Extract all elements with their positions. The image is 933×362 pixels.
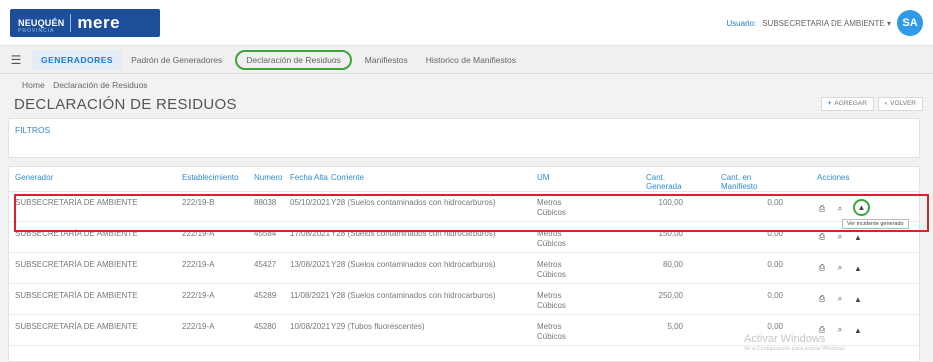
warning-icon[interactable]: ▲ (853, 295, 863, 304)
watermark-subtitle: Ve a Configuración para activar Windows. (744, 346, 847, 352)
cell-corriente: Y29 (Tubos fluorescentes) (331, 322, 425, 331)
logo-neuquen-text: NEUQUÉN (18, 18, 65, 28)
table-row: SUBSECRETARÍA DE AMBIENTE 222/19-A 45289 11… (9, 286, 919, 315)
top-bar: NEUQUÉN PROVINCIA mere Usuario: SUBSECRE… (0, 0, 933, 46)
breadcrumb-home[interactable]: Home (22, 80, 45, 90)
column-header-establecimiento[interactable]: Establecimiento (182, 173, 238, 182)
cell-um: Metros Cúbicos (537, 229, 566, 248)
column-header-numero[interactable]: Numero (254, 173, 282, 182)
search-icon[interactable]: ⌕ (835, 232, 845, 242)
print-icon[interactable]: ⎙ (817, 294, 827, 304)
cell-generador: SUBSECRETARÍA DE AMBIENTE (15, 291, 138, 300)
cell-cant-manifiesto: 0,00 (767, 322, 783, 331)
user-name[interactable]: SUBSECRETARIA DE AMBIENTE ▾ (762, 19, 891, 28)
nav-padron-generadores[interactable]: Padrón de Generadores (122, 50, 231, 70)
logo-divider (70, 14, 72, 32)
column-header-cant-manifiesto[interactable]: Cant. en Manifiesto (721, 173, 771, 191)
cell-cant-manifiesto: 0,00 (767, 291, 783, 300)
filters-toggle[interactable]: FILTROS (15, 125, 50, 135)
cell-establecimiento: 222/19-A (182, 322, 215, 331)
cell-numero: 45280 (254, 322, 277, 331)
page-title: DECLARACIÓN DE RESIDUOS (14, 96, 237, 113)
cell-corriente: Y28 (Suelos contaminados con hidrocarbur… (331, 291, 496, 300)
avatar[interactable]: SA (897, 10, 923, 36)
cell-cant-generada: 80,00 (662, 260, 683, 269)
user-label: Usuario: (726, 18, 757, 28)
main-nav: ☰ GENERADORES Padrón de Generadores Decl… (0, 46, 933, 74)
column-header-cant-generada[interactable]: Cant. Generada (646, 173, 682, 191)
cell-establecimiento: 222/19-A (182, 291, 215, 300)
logo-mere-text: mere (77, 13, 121, 32)
cell-fecha-alta: 11/08/2021 (290, 291, 330, 300)
chevron-left-icon: ‹ (884, 100, 888, 107)
cell-cant-generada: 250,00 (658, 291, 683, 300)
back-button[interactable]: ‹ VOLVER (877, 97, 923, 111)
back-button-label: VOLVER (890, 100, 916, 107)
watermark-title: Activar Windows (744, 333, 826, 345)
page-actions: + AGREGAR ‹ VOLVER (820, 97, 923, 111)
nav-declaracion-residuos[interactable]: Declaración de Residuos (235, 49, 352, 70)
action-tooltip: Ver incidente generado (842, 219, 909, 229)
row-actions: ⎙ ⌕ ▲ (817, 232, 863, 242)
column-header-fecha-alta[interactable]: Fecha Alta (290, 173, 328, 182)
warning-icon[interactable]: ▲ (853, 264, 863, 273)
column-header-um[interactable]: UM (537, 173, 549, 182)
column-header-acciones: Acciones (817, 173, 850, 182)
print-icon[interactable]: ⎙ (817, 232, 827, 242)
column-header-generador[interactable]: Generador (15, 173, 53, 182)
print-icon[interactable]: ⎙ (817, 263, 827, 273)
cell-fecha-alta: 10/08/2021 (290, 322, 331, 331)
app-logo[interactable]: NEUQUÉN PROVINCIA mere (10, 9, 160, 37)
column-header-corriente[interactable]: Corriente (331, 173, 364, 182)
user-menu[interactable]: Usuario: SUBSECRETARIA DE AMBIENTE ▾ SA (726, 9, 923, 37)
cell-cant-generada: 5,00 (667, 322, 683, 331)
warning-icon[interactable]: ▲ (853, 233, 863, 242)
plus-icon: + (827, 100, 832, 107)
nav-manifiestos[interactable]: Manifiestos (356, 50, 417, 70)
cell-numero: 45427 (254, 260, 277, 269)
cell-corriente: Y28 (Suelos contaminados con hidrocarbur… (331, 260, 496, 269)
cell-numero: 45289 (254, 291, 277, 300)
search-icon[interactable]: ⌕ (835, 294, 845, 304)
cell-fecha-alta: 13/08/2021 (290, 260, 331, 269)
row-actions: ⎙ ⌕ ▲ (817, 294, 863, 304)
warning-icon[interactable]: ▲ (853, 326, 863, 335)
table-row: SUBSECRETARÍA DE AMBIENTE 222/19-A 45427 13… (9, 255, 919, 284)
add-button-label: AGREGAR (834, 100, 867, 107)
table-header: Generador Establecimiento Numero Fecha A… (9, 167, 919, 192)
cell-establecimiento: 222/19-A (182, 260, 215, 269)
filters-panel: FILTROS (8, 118, 920, 158)
nav-generadores[interactable]: GENERADORES (32, 49, 123, 70)
row-actions: ⎙ ⌕ ▲ (817, 263, 863, 273)
windows-activation-watermark: Activar Windows Ve a Configuración para … (744, 333, 846, 352)
breadcrumb: Home Declaración de Residuos (22, 80, 154, 90)
cell-um: Metros Cúbicos (537, 291, 566, 310)
breadcrumb-current: Declaración de Residuos (53, 80, 148, 90)
nav-historico-manifiestos[interactable]: Historico de Manifiestos (417, 50, 525, 70)
highlight-selected-row (14, 194, 929, 232)
logo-subtitle: PROVINCIA (18, 28, 55, 34)
hamburger-menu-icon[interactable]: ☰ (0, 53, 32, 67)
cell-cant-manifiesto: 0,00 (767, 260, 783, 269)
search-icon[interactable]: ⌕ (835, 263, 845, 273)
cell-generador: SUBSECRETARÍA DE AMBIENTE (15, 260, 138, 269)
cell-um: Metros Cúbicos (537, 260, 566, 279)
add-button[interactable]: + AGREGAR (820, 97, 874, 111)
cell-generador: SUBSECRETARÍA DE AMBIENTE (15, 322, 138, 331)
cell-um: Metros Cúbicos (537, 322, 566, 341)
